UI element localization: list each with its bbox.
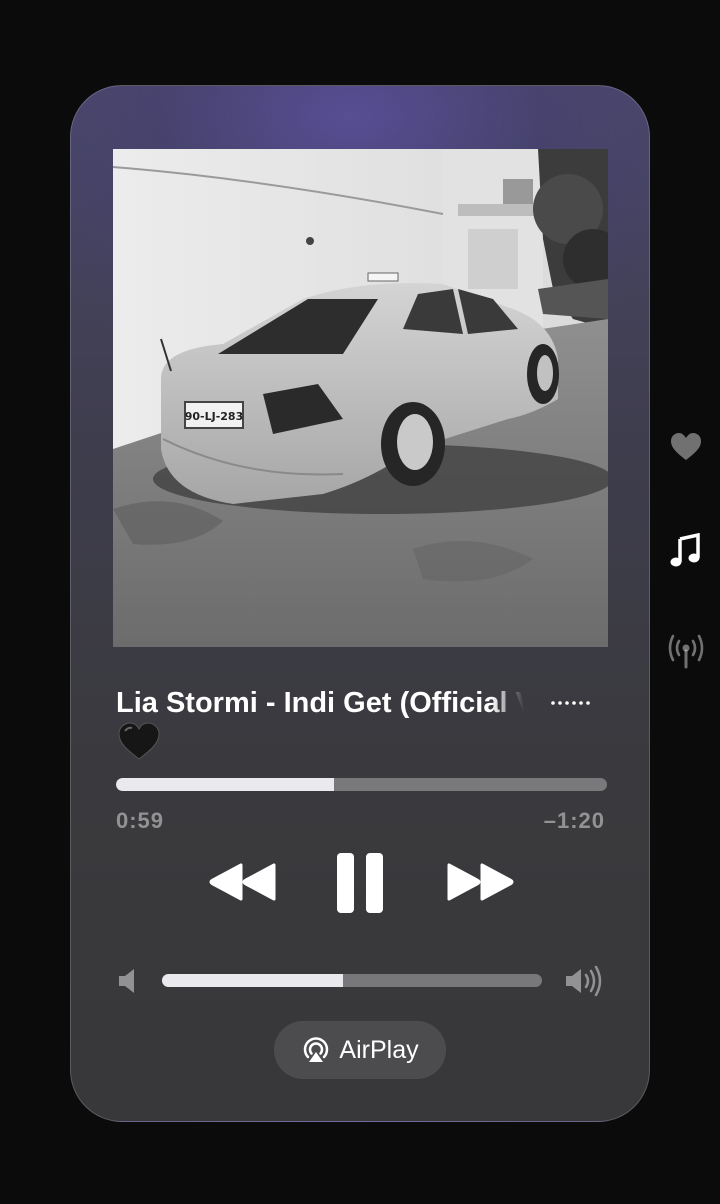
music-note-icon[interactable] [670,533,700,567]
now-playing-card: 90-LJ-283 Lia Stormi - Indi Get (Officia… [70,85,650,1122]
volume-low-icon [119,969,134,993]
airplay-label: AirPlay [339,1035,419,1064]
album-artwork: 90-LJ-283 [113,149,608,647]
song-title[interactable]: Lia Stormi - Indi Get (Official Video) [116,683,524,723]
volume-slider[interactable] [162,974,542,987]
fast-forward-button[interactable] [445,862,515,902]
svg-text:90-LJ-283: 90-LJ-283 [185,410,244,423]
remaining-time: –1:20 [543,808,605,833]
volume-high-icon [566,965,602,997]
playback-progress-bar[interactable] [116,778,607,791]
airplay-icon [304,1037,329,1062]
progress-fill [116,778,334,791]
airplay-button[interactable]: AirPlay [274,1021,446,1079]
more-options-icon[interactable] [550,691,592,715]
volume-fill [162,974,343,987]
title-row: Lia Stormi - Indi Get (Official Video) [116,683,606,723]
pause-button[interactable] [335,851,385,915]
heart-icon[interactable] [670,432,702,462]
black-heart-icon [118,722,160,760]
rewind-button[interactable] [208,862,278,902]
elapsed-time: 0:59 [116,808,165,833]
radio-antenna-icon[interactable] [667,633,705,669]
screen: 90-LJ-283 Lia Stormi - Indi Get (Officia… [0,0,720,1204]
